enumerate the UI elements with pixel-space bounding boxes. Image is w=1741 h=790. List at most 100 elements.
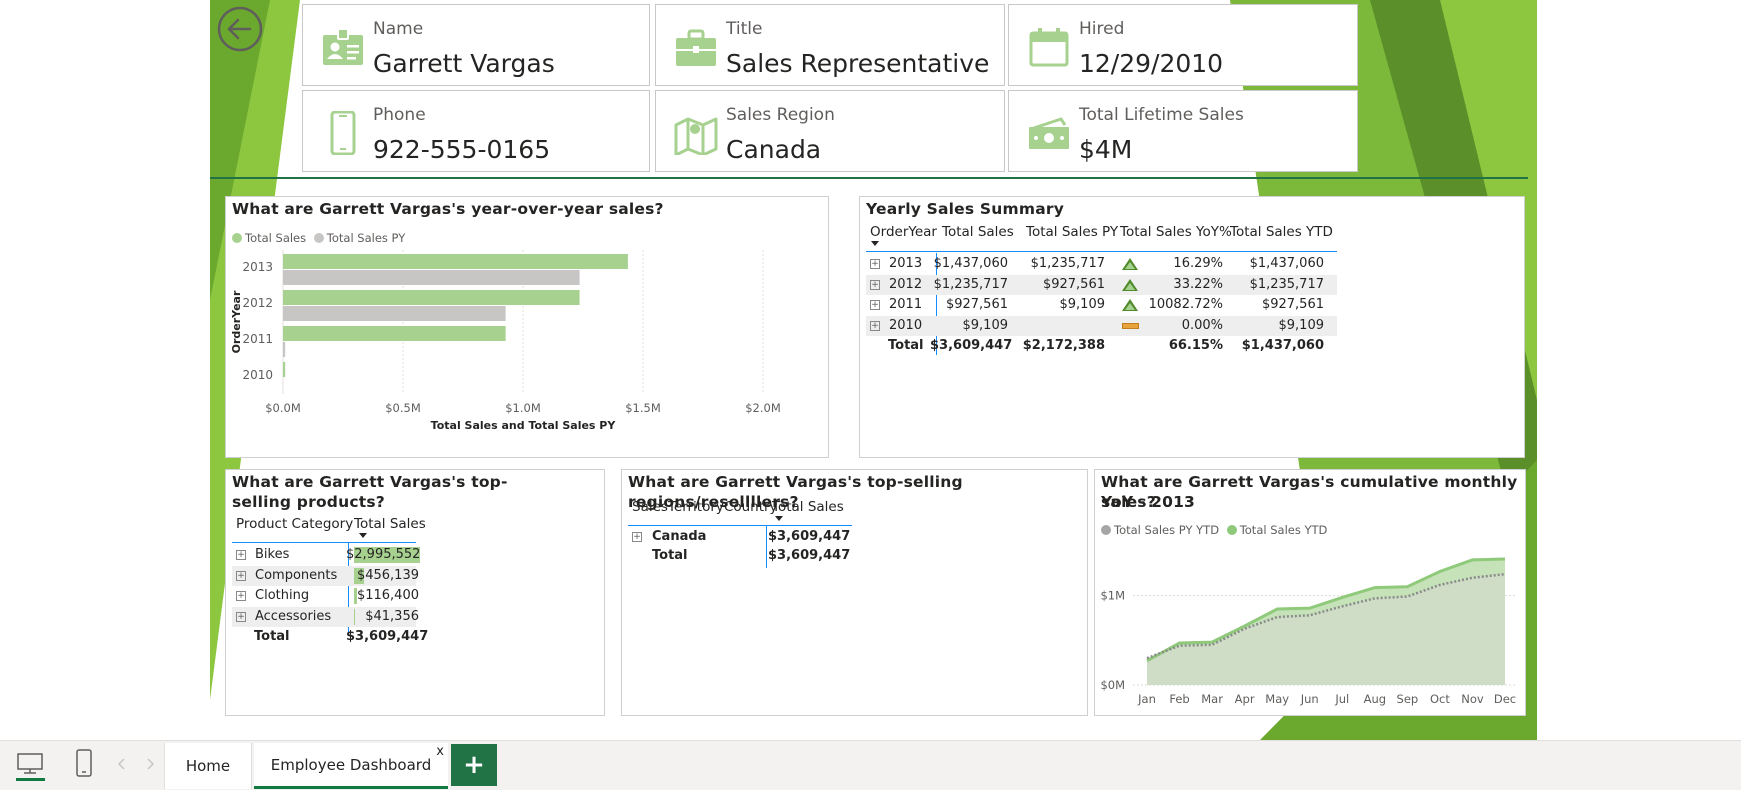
area-total-sales-py-ytd xyxy=(1147,574,1505,685)
summary-cell-ytd: $927,561 xyxy=(1261,297,1324,312)
x-tick-label: Mar xyxy=(1201,692,1223,706)
summary-cell-total-sales: $9,109 xyxy=(962,317,1009,333)
x-tick-label: $2.0M xyxy=(745,401,781,415)
yoy-sales-visual[interactable]: What are Garrett Vargas's year-over-year… xyxy=(225,196,829,458)
regions-column-divider xyxy=(766,526,767,568)
map-icon xyxy=(674,117,718,155)
y-tick-label: 2013 xyxy=(242,260,273,274)
x-tick-label: $0.0M xyxy=(265,401,301,415)
card-sales-region-label: Sales Region xyxy=(726,105,835,125)
summary-cell-yoy: 10082.72% xyxy=(1148,297,1223,312)
summary-cell-total-sales-py: $927,561 xyxy=(1042,276,1105,292)
add-page-button[interactable]: + xyxy=(451,744,497,786)
summary-total-ytd: $1,437,060 xyxy=(1241,338,1324,353)
card-phone: Phone 922-555-0165 xyxy=(302,90,650,172)
top-products-visual[interactable]: What are Garrett Vargas's top-selling pr… xyxy=(225,469,605,716)
expand-icon: + xyxy=(236,570,246,581)
card-name-label: Name xyxy=(373,19,424,39)
bar-total-sales xyxy=(283,290,580,305)
id-card-icon xyxy=(323,28,363,65)
tab-employee-dashboard[interactable]: Employee Dashboard x xyxy=(254,743,448,789)
yearly-sales-summary[interactable]: Yearly Sales Summary OrderYear Total Sale… xyxy=(859,196,1525,458)
money-icon xyxy=(1029,117,1069,149)
products-cell-category: Clothing xyxy=(255,588,310,603)
bar-total-sales-py xyxy=(283,342,286,357)
sort-desc-icon xyxy=(871,241,879,246)
canvas: Name Garrett Vargas Title Sales Represen… xyxy=(0,0,1741,790)
sort-desc-icon xyxy=(775,516,783,521)
x-tick-label: Jun xyxy=(1300,692,1319,706)
summary-header-underline xyxy=(866,251,1337,252)
card-title-value: Sales Representative xyxy=(726,49,990,78)
desktop-view-icon[interactable] xyxy=(16,753,44,775)
summary-header-0: OrderYear xyxy=(870,224,937,240)
summary-cell-yoy: 16.29% xyxy=(1173,256,1223,271)
products-header-underline xyxy=(232,542,416,543)
card-hired: Hired 12/29/2010 xyxy=(1008,4,1358,86)
cumulative-sales-visual[interactable]: What are Garrett Vargas's cumulative mon… xyxy=(1094,469,1526,716)
x-tick-label: Sep xyxy=(1397,692,1419,706)
card-lifetime-sales-value: $4M xyxy=(1079,135,1133,164)
products-cell-total-sales: $116,400 xyxy=(356,588,419,603)
x-tick-label: Jan xyxy=(1137,692,1156,706)
tab-close-icon[interactable]: x xyxy=(436,744,444,759)
regions-cell-country: Canada xyxy=(652,529,707,544)
summary-total-label: Total xyxy=(888,338,924,353)
briefcase-icon xyxy=(676,29,716,66)
next-page-icon[interactable] xyxy=(144,757,156,771)
phone-icon xyxy=(330,111,356,155)
top-regions-visual[interactable]: What are Garrett Vargas's top-selling re… xyxy=(621,469,1088,716)
x-tick-label: Jul xyxy=(1334,692,1349,706)
y-tick-label: 2010 xyxy=(242,368,273,382)
y-tick-label: $0M xyxy=(1100,678,1125,692)
sort-desc-icon xyxy=(359,533,367,538)
x-tick-label: Oct xyxy=(1430,692,1450,706)
card-lifetime-sales: Total Lifetime Sales $4M xyxy=(1008,90,1358,172)
summary-cell-ytd: $1,437,060 xyxy=(1249,256,1324,271)
products-cell-total-sales: $456,139 xyxy=(356,567,419,583)
card-title: Title Sales Representative xyxy=(655,4,1005,86)
summary-total-yoy: 66.15% xyxy=(1168,338,1223,353)
summary-cell-year: 2012 xyxy=(889,276,923,292)
products-header-total-sales: Total Sales xyxy=(354,516,426,532)
summary-header-2: Total Sales PY xyxy=(1026,224,1119,240)
back-arrow-icon[interactable] xyxy=(216,5,264,53)
expand-icon: + xyxy=(870,259,880,269)
expand-icon: + xyxy=(236,591,246,601)
products-table: Product Category Total Sales + Bikes $2,995,… xyxy=(226,470,606,717)
tab-home[interactable]: Home xyxy=(164,743,252,789)
products-cell-category: Bikes xyxy=(255,547,290,562)
regions-table: SalesTerritoryCountry Total Sales + Canada $… xyxy=(622,470,1089,717)
previous-page-icon[interactable] xyxy=(116,757,128,771)
products-cell-category: Accessories xyxy=(255,608,332,624)
expand-icon: + xyxy=(236,611,246,622)
regions-total-label: Total xyxy=(652,548,688,563)
plus-icon: + xyxy=(463,750,485,780)
summary-cell-yoy: 0.00% xyxy=(1181,317,1223,333)
summary-header-3: Total Sales YoY% xyxy=(1120,224,1232,240)
summary-cell-ytd: $9,109 xyxy=(1278,317,1325,333)
products-cell-category: Components xyxy=(255,567,338,583)
summary-cell-total-sales-py: $1,235,717 xyxy=(1030,256,1105,271)
summary-header-1: Total Sales xyxy=(942,224,1014,240)
y-axis-title: OrderYear xyxy=(230,290,243,353)
expand-icon: + xyxy=(870,300,880,310)
summary-header-4: Total Sales YTD xyxy=(1230,224,1333,240)
mobile-view-icon[interactable] xyxy=(74,749,94,777)
x-tick-label: Dec xyxy=(1494,692,1516,706)
summary-cell-total-sales-py: $9,109 xyxy=(1059,297,1106,312)
card-hired-label: Hired xyxy=(1079,19,1125,39)
regions-header-country: SalesTerritoryCountry xyxy=(632,499,778,515)
calendar-icon xyxy=(1029,28,1069,67)
summary-cell-total-sales: $927,561 xyxy=(945,297,1008,312)
x-tick-label: Nov xyxy=(1461,692,1484,706)
regions-header-total-sales: Total Sales xyxy=(772,499,844,515)
x-axis-title: Total Sales and Total Sales PY xyxy=(431,419,617,432)
x-tick-label: May xyxy=(1265,692,1289,706)
card-lifetime-sales-label: Total Lifetime Sales xyxy=(1079,105,1244,125)
card-phone-value: 922-555-0165 xyxy=(373,135,551,164)
summary-cell-year: 2010 xyxy=(889,317,923,333)
summary-cell-yoy: 33.22% xyxy=(1173,276,1223,292)
x-tick-label: Feb xyxy=(1169,692,1189,706)
x-tick-label: Apr xyxy=(1235,692,1255,706)
